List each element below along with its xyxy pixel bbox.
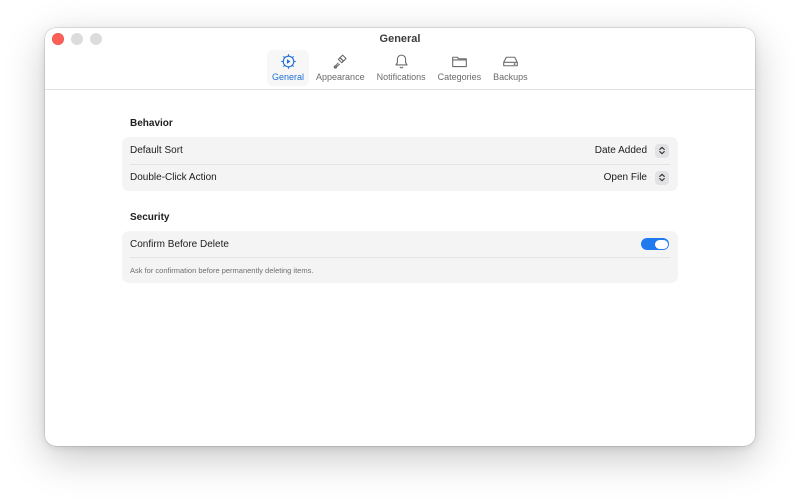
title-bar: General General Appearance Notifications… xyxy=(45,28,755,90)
security-group: Confirm Before Delete Ask for confirmati… xyxy=(122,231,678,283)
default-sort-popup[interactable]: Date Added xyxy=(594,143,669,158)
default-sort-row: Default Sort Date Added xyxy=(122,137,678,164)
security-section-title: Security xyxy=(130,212,170,223)
folder-icon xyxy=(448,52,470,70)
preferences-toolbar: General Appearance Notifications Categor… xyxy=(267,50,533,86)
tab-general[interactable]: General xyxy=(267,50,310,86)
up-down-chevron-icon xyxy=(655,170,669,185)
tab-backups[interactable]: Backups xyxy=(488,50,533,86)
behavior-section-title: Behavior xyxy=(130,118,173,129)
default-sort-label: Default Sort xyxy=(130,145,183,156)
confirm-delete-label: Confirm Before Delete xyxy=(130,238,229,250)
tab-general-label: General xyxy=(272,72,305,82)
confirm-delete-toggle[interactable] xyxy=(641,238,669,250)
confirm-delete-hint: Ask for confirmation before permanently … xyxy=(122,257,678,283)
window-title: General xyxy=(379,33,421,45)
paintbrush-icon xyxy=(329,52,351,70)
double-click-action-value: Open File xyxy=(603,172,647,183)
confirm-delete-row: Confirm Before Delete xyxy=(122,231,678,257)
double-click-action-label: Double-Click Action xyxy=(130,172,217,183)
tab-backups-label: Backups xyxy=(493,72,528,82)
tab-notifications[interactable]: Notifications xyxy=(372,50,431,86)
toggle-knob xyxy=(654,239,668,249)
double-click-action-row: Double-Click Action Open File xyxy=(122,164,678,191)
double-click-action-popup[interactable]: Open File xyxy=(603,170,669,185)
tab-appearance-label: Appearance xyxy=(316,72,365,82)
tab-appearance[interactable]: Appearance xyxy=(311,50,370,86)
drive-icon xyxy=(499,52,521,70)
behavior-group: Default Sort Date Added Double-Click Act… xyxy=(122,137,678,191)
bell-icon xyxy=(390,52,412,70)
default-sort-value: Date Added xyxy=(594,145,647,156)
tab-notifications-label: Notifications xyxy=(376,72,426,82)
preferences-window: General General Appearance Notifications… xyxy=(45,28,755,446)
gear-icon xyxy=(277,52,299,70)
up-down-chevron-icon xyxy=(655,143,669,158)
tab-categories[interactable]: Categories xyxy=(433,50,487,86)
tab-categories-label: Categories xyxy=(437,72,482,82)
